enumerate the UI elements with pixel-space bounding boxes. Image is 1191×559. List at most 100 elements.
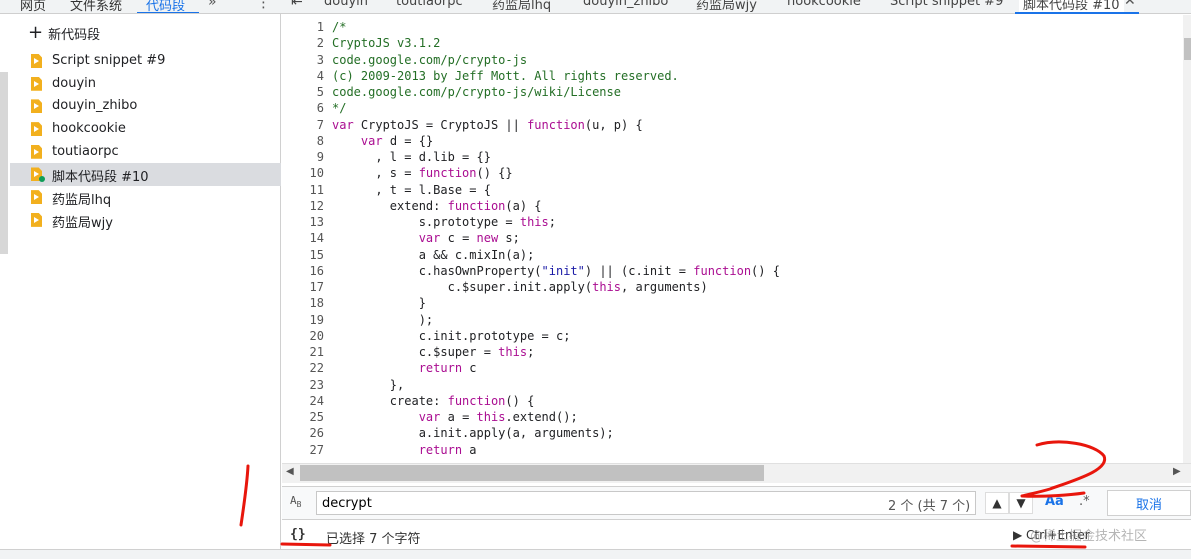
code-token: c.hasOwnProperty( [332, 263, 542, 278]
code-token: function [447, 393, 506, 408]
code-line: var a = this.extend(); [332, 409, 780, 425]
line-number: 20 [309, 328, 324, 343]
line-number: 26 [309, 426, 324, 441]
code-token: d = {} [382, 133, 434, 148]
code-token: function [418, 166, 477, 181]
code-line: (c) 2009-2013 by Jeff Mott. All rights r… [332, 68, 780, 84]
snippet-item[interactable]: toutiaorpc [10, 141, 281, 164]
code-line: code.google.com/p/crypto-js [332, 52, 780, 68]
new-snippet-label: 新代码段 [48, 27, 101, 43]
line-number: 27 [309, 442, 324, 457]
code-content[interactable]: /* CryptoJS v3.1.2 code.google.com/p/crypt… [332, 19, 780, 458]
snippet-label: douyin [52, 75, 96, 91]
code-token: } [332, 296, 426, 311]
scroll-left-icon[interactable]: ◀ [286, 466, 294, 477]
editor-tab[interactable]: 药监局lhq [492, 0, 551, 13]
code-token: create: [332, 393, 448, 408]
snippet-file-icon [31, 190, 42, 205]
left-tab-bar: 网页 文件系统 代码段 » ⋮ [0, 0, 281, 14]
code-token: s.prototype = [332, 215, 520, 229]
watermark: @稀土掘金技术社区 [1030, 529, 1148, 544]
pretty-print-button[interactable]: {} [290, 527, 306, 542]
editor-tab[interactable]: 药监局wjy [696, 0, 757, 13]
search-input[interactable] [316, 491, 976, 515]
regex-button[interactable]: .* [1079, 494, 1090, 509]
tab-nav-icon[interactable]: ⇤ [291, 0, 303, 10]
editor-tab[interactable]: douyin [324, 0, 368, 9]
line-number: 2 [316, 36, 324, 51]
replace-toggle-icon[interactable]: AB [290, 494, 301, 509]
match-case-button[interactable]: Aa [1045, 494, 1064, 509]
scroll-right-icon[interactable]: ▶ [1173, 466, 1181, 477]
code-token: (c) 2009-2013 by Jeff Mott. All rights r… [332, 68, 679, 83]
code-line: , s = function() {} [332, 165, 780, 181]
code-editor[interactable]: 1 2 3 4 5 6 7 8 9 10 11 12 13 14 15 16 17 18 19 20 21 22 23 24 2… [282, 15, 1182, 463]
cancel-button[interactable]: 取消 [1107, 490, 1191, 516]
line-number: 11 [309, 182, 324, 197]
line-number: 18 [309, 296, 324, 311]
vertical-scrollbar-track[interactable] [1183, 15, 1191, 463]
code-line: create: function() { [332, 393, 780, 409]
line-number: 5 [316, 85, 324, 99]
snippet-list: Script snippet #9 douyin douyin_zhibohookc… [10, 50, 281, 232]
code-token: ; [527, 345, 535, 359]
line-number: 24 [309, 393, 324, 408]
snippet-item[interactable]: 脚本代码段 #10 [10, 163, 281, 187]
code-token: return [418, 361, 463, 376]
kebab-menu-icon[interactable]: ⋮ [256, 0, 271, 11]
code-token: CryptoJS = CryptoJS || [353, 117, 528, 132]
code-token: var [418, 231, 441, 246]
code-token: (a) { [505, 198, 542, 213]
code-line: , t = l.Base = { [332, 182, 780, 198]
editor-tab[interactable]: Script snippet #9 [890, 0, 1003, 9]
snippet-label: 药监局wjy [52, 215, 113, 231]
line-number: 15 [309, 247, 324, 262]
line-number: 12 [309, 198, 324, 213]
selection-info: 已选择 7 个字符 [326, 532, 421, 547]
editor-tab[interactable]: douyin_zhibo [583, 0, 668, 9]
code-token: (u, p) { [584, 117, 643, 132]
snippet-item[interactable]: douyin_zhibo [10, 95, 281, 118]
code-line: return a [332, 442, 780, 458]
code-token: a.init.apply(a, arguments); [332, 426, 614, 441]
code-token: */ [332, 101, 347, 116]
line-number: 13 [309, 215, 324, 229]
code-token: a = [440, 410, 477, 424]
line-number: 1 [316, 20, 324, 34]
horizontal-scrollbar-thumb[interactable] [300, 465, 764, 481]
code-token: this [519, 215, 549, 229]
match-count: 2 个 (共 7 个) [888, 499, 971, 514]
snippet-label: douyin_zhibo [52, 98, 138, 114]
code-token: s; [498, 231, 520, 246]
editor-tab[interactable]: hookcookie [787, 0, 861, 9]
snippet-item[interactable]: 药监局wjy [10, 209, 281, 232]
code-line: /* [332, 19, 780, 35]
line-number: 9 [316, 150, 324, 164]
editor-tab[interactable]: toutiaorpc [396, 0, 463, 9]
close-tab-icon[interactable]: ✕ [1124, 0, 1136, 9]
code-line: a.init.apply(a, arguments); [332, 425, 780, 441]
left-scrollbar[interactable] [0, 72, 8, 254]
snippet-label: Script snippet #9 [52, 53, 166, 68]
tab-page[interactable]: 网页 [20, 0, 46, 13]
line-number: 8 [316, 133, 324, 148]
line-number: 10 [309, 166, 324, 181]
code-token: ) || (c.init = [584, 263, 694, 278]
snippet-item[interactable]: hookcookie [10, 118, 281, 141]
new-snippet-button[interactable]: + 新代码段 [28, 24, 101, 43]
tab-filesystem[interactable]: 文件系统 [70, 0, 122, 13]
previous-match-button[interactable]: ▲ [985, 492, 1009, 514]
snippet-item[interactable]: douyin [10, 73, 281, 96]
more-tabs-icon[interactable]: » [208, 0, 217, 10]
next-match-button[interactable]: ▼ [1009, 492, 1033, 514]
vertical-scrollbar-thumb[interactable] [1184, 38, 1191, 60]
code-token: .extend(); [505, 410, 578, 424]
snippet-item[interactable]: 药监局lhq [10, 186, 281, 209]
code-token: a [462, 442, 477, 457]
code-token: , l = d.lib = {} [332, 150, 491, 164]
snippet-item[interactable]: Script snippet #9 [10, 50, 281, 73]
code-line: extend: function(a) { [332, 198, 780, 214]
